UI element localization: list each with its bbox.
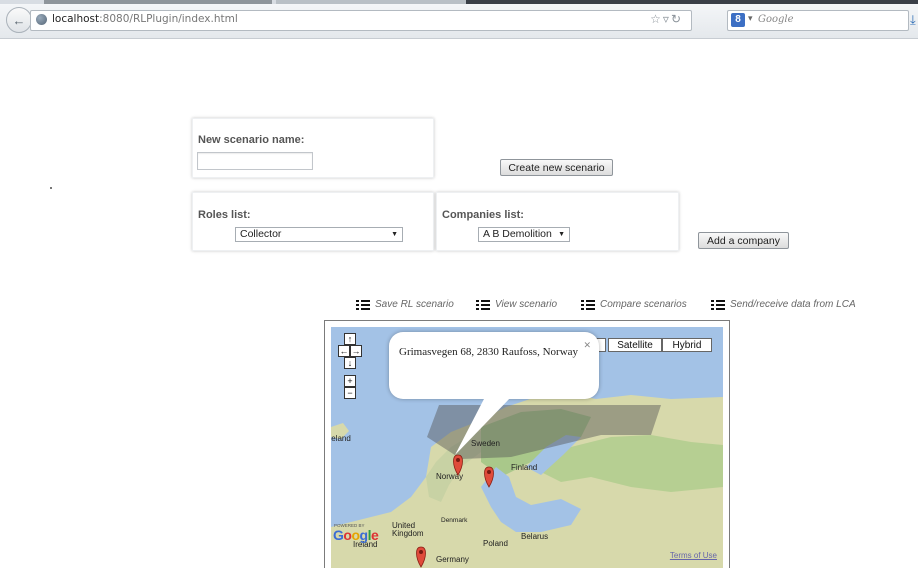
add-company-button[interactable]: Add a company [698,232,789,249]
map-label-norway: Norway [436,472,464,481]
map-label-germany: Germany [436,555,469,564]
star-icon[interactable]: ☆ [650,12,663,26]
zoom-in-icon[interactable]: + [344,375,356,387]
map-label-iceland: Iceland [331,434,351,443]
search-engine-dropdown-icon[interactable]: ▾ [748,13,753,24]
close-icon[interactable]: ✕ [583,340,591,351]
send-receive-lca-link[interactable]: Send/receive data from LCA [711,299,856,313]
pan-left-icon[interactable]: ← [338,345,350,357]
pan-right-icon[interactable]: → [350,345,362,357]
map-info-window: Grimasvegen 68, 2830 Raufoss, Norway ✕ [389,332,599,399]
back-arrow-icon[interactable]: ← [6,7,32,33]
scenario-panel-title: New scenario name: [198,134,305,146]
map-label-denmark: Denmark [441,517,468,524]
scenario-panel: New scenario name: [192,118,434,178]
pan-down-icon[interactable]: ↓ [344,357,356,369]
pan-up-icon[interactable]: ↑ [344,333,356,345]
list-icon [476,300,490,311]
roles-panel: Roles list: Collector ▼ [192,192,434,251]
map-container: ↑ ← → ↓ + − Map Satellite Hybrid Iceland… [324,320,730,568]
search-engine-icon[interactable]: 8 [731,13,745,27]
download-icon[interactable]: ⤓ [910,12,916,28]
map-type-hybrid-button[interactable]: Hybrid [662,338,712,352]
reload-icon[interactable]: ↻ [671,12,683,26]
map-label-finland: Finland [511,463,538,472]
chevron-down-icon: ▼ [391,231,398,238]
scenario-name-input[interactable] [197,152,313,170]
list-icon [581,300,595,311]
chevron-down-icon: ▼ [558,231,565,238]
map-label-united-kingdom: United Kingdom [392,521,424,538]
companies-select[interactable]: A B Demolition ▼ [478,227,570,242]
roles-select-value: Collector [240,228,282,240]
list-icon [711,300,725,311]
roles-select[interactable]: Collector ▼ [235,227,403,242]
map-type-satellite-button[interactable]: Satellite [608,338,662,352]
map-label-poland: Poland [483,539,508,548]
list-icon [356,300,370,311]
compare-scenarios-link[interactable]: Compare scenarios [581,299,691,313]
url-bar-icons: ☆▿↻ [650,12,683,26]
companies-panel: Companies list: A B Demolition ▼ [436,192,679,251]
map-label-belarus: Belarus [521,532,549,541]
dropdown-icon[interactable]: ▿ [663,12,671,26]
terms-of-use-link[interactable]: Terms of Use [670,551,717,560]
url-text: localhost:8080/RLPlugin/index.html [52,13,238,25]
url-bar[interactable]: localhost:8080/RLPlugin/index.html ☆▿↻ [30,10,692,31]
search-placeholder: Google [758,14,794,25]
save-scenario-link[interactable]: Save RL scenario [356,299,456,313]
browser-nav-bar: ← localhost:8080/RLPlugin/index.html ☆▿↻… [0,4,918,39]
create-scenario-button[interactable]: Create new scenario [500,159,613,176]
roles-panel-title: Roles list: [198,209,251,221]
google-logo[interactable]: Google [333,527,379,543]
stray-dot [50,187,52,189]
search-bar[interactable]: 8 ▾ Google [727,10,909,31]
companies-select-value: A B Demolition [483,228,552,240]
view-scenario-link[interactable]: View scenario [476,299,566,313]
info-window-tail [455,397,511,455]
zoom-out-icon[interactable]: − [344,387,356,399]
google-map[interactable]: ↑ ← → ↓ + − Map Satellite Hybrid Iceland… [331,327,723,568]
info-window-address: Grimasvegen 68, 2830 Raufoss, Norway [399,346,579,358]
globe-icon [36,14,47,25]
companies-panel-title: Companies list: [442,209,524,221]
